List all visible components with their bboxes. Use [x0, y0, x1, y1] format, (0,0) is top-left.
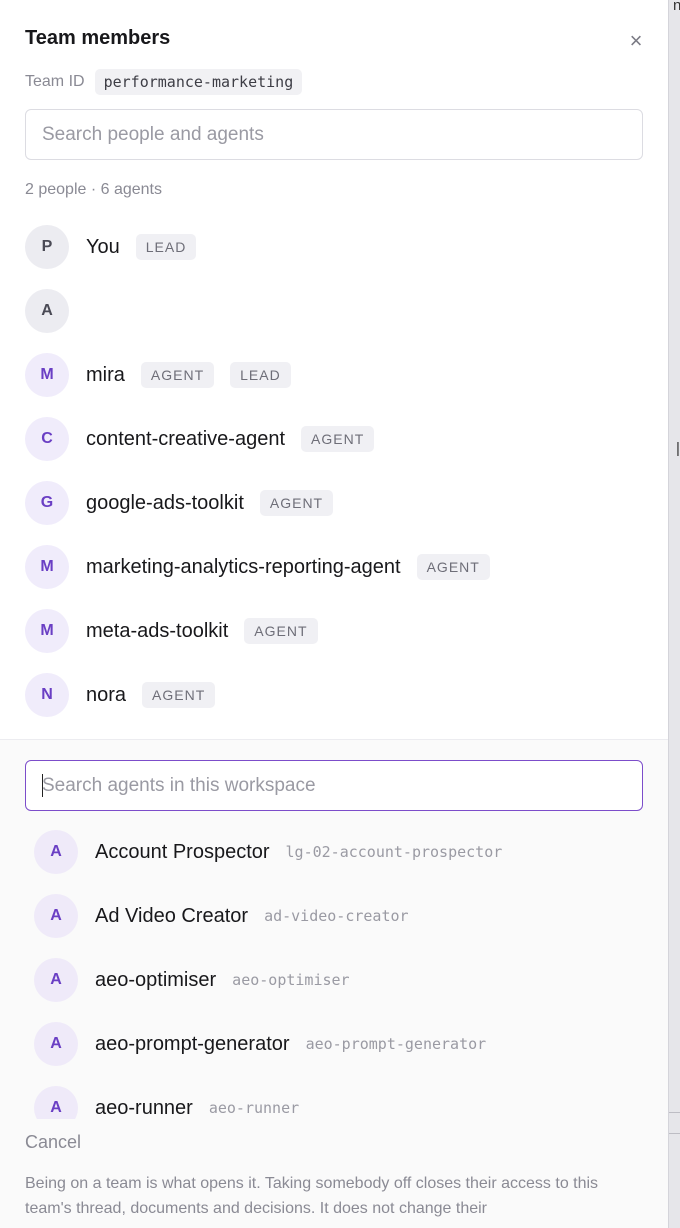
- avatar: A: [25, 289, 69, 333]
- member-row[interactable]: A: [25, 289, 643, 353]
- agent-badge: AGENT: [142, 682, 216, 708]
- member-row[interactable]: Mmira AGENT LEAD: [25, 353, 643, 417]
- add-agent-section: A Account Prospector lg-02-account-prospec…: [0, 739, 668, 1228]
- avatar: G: [25, 481, 69, 525]
- team-members-panel: Team members × Team ID performance-marke…: [0, 0, 668, 1228]
- avatar: A: [34, 830, 78, 874]
- agent-name: Ad Video Creator: [95, 905, 249, 927]
- team-id-value: performance-marketing: [94, 69, 303, 95]
- avatar: N: [25, 673, 69, 717]
- avatar: A: [34, 1022, 78, 1066]
- text-cursor: [42, 774, 43, 797]
- backdrop-glyph: n: [673, 0, 680, 14]
- member-row[interactable]: Ggoogle-ads-toolkit AGENT: [25, 481, 643, 545]
- agent-name: aeo-optimiser: [95, 969, 217, 991]
- avatar: M: [25, 609, 69, 653]
- close-icon[interactable]: ×: [624, 29, 648, 53]
- avatar: C: [25, 417, 69, 461]
- workspace-agent-item[interactable]: A Account Prospector lg-02-account-prospec…: [34, 830, 634, 894]
- member-name: marketing-analytics-reporting-agent: [86, 556, 401, 578]
- member-name: content-creative-agent: [86, 428, 286, 450]
- workspace-agent-list[interactable]: A Account Prospector lg-02-account-prospec…: [34, 830, 634, 1119]
- agent-name: Account Prospector: [95, 841, 270, 863]
- member-row[interactable]: Mmeta-ads-toolkit AGENT: [25, 609, 643, 673]
- backdrop-divider: [669, 1133, 680, 1134]
- agent-slug: aeo-prompt-generator: [305, 1035, 487, 1053]
- backdrop-page: [668, 0, 680, 1228]
- member-row[interactable]: Mmarketing-analytics-reporting-agent AGEN…: [25, 545, 643, 609]
- avatar: P: [25, 225, 69, 269]
- agent-badge: AGENT: [416, 554, 490, 580]
- member-name: meta-ads-toolkit: [86, 620, 229, 642]
- lead-badge: LEAD: [135, 234, 197, 260]
- cancel-button[interactable]: Cancel: [25, 1132, 81, 1153]
- member-name: nora: [86, 684, 127, 706]
- agent-slug: aeo-runner: [208, 1099, 300, 1117]
- member-row[interactable]: Nnora AGENT: [25, 673, 643, 737]
- backdrop-divider: [669, 1112, 680, 1113]
- agent-badge: AGENT: [259, 490, 334, 516]
- team-id-label: Team ID: [25, 73, 85, 90]
- agent-slug: aeo-optimiser: [232, 971, 350, 989]
- agent-badge: AGENT: [301, 426, 375, 452]
- agent-badge: AGENT: [244, 618, 318, 644]
- workspace-agent-item[interactable]: A Ad Video Creator ad-video-creator: [34, 894, 634, 958]
- avatar: M: [25, 353, 69, 397]
- member-list: P You LEAD A Mmira AGENT LEAD Ccontent-creative…: [25, 225, 643, 737]
- team-id-row: Team ID performance-marketing: [25, 68, 303, 96]
- member-row[interactable]: P You LEAD: [25, 225, 643, 289]
- workspace-agent-item[interactable]: Aaeo-runner aeo-runner: [34, 1086, 634, 1119]
- avatar: A: [34, 894, 78, 938]
- member-counts: 2 people · 6 agents: [25, 181, 162, 198]
- workspace-agent-item[interactable]: Aaeo-prompt-generator aeo-prompt-generato…: [34, 1022, 634, 1086]
- agent-name: aeo-runner: [95, 1097, 193, 1119]
- member-name: You: [86, 236, 120, 258]
- agent-slug: ad-video-creator: [264, 907, 409, 925]
- agent-name: aeo-prompt-generator: [95, 1033, 290, 1055]
- member-name: mira: [86, 364, 125, 386]
- panel-title: Team members: [25, 27, 171, 49]
- search-people-input[interactable]: [25, 109, 643, 160]
- lead-badge: LEAD: [230, 362, 291, 388]
- avatar: M: [25, 545, 69, 589]
- workspace-agent-item[interactable]: Aaeo-optimiser aeo-optimiser: [34, 958, 634, 1022]
- avatar: A: [34, 958, 78, 1002]
- agent-slug: lg-02-account-prospector: [285, 843, 503, 861]
- avatar: A: [34, 1086, 78, 1119]
- backdrop-glyph: |: [676, 440, 680, 457]
- member-row[interactable]: Ccontent-creative-agent AGENT: [25, 417, 643, 481]
- agent-badge: AGENT: [140, 362, 215, 388]
- member-name: google-ads-toolkit: [86, 492, 244, 514]
- footer-note: Being on a team is what opens it. Taking…: [25, 1175, 599, 1217]
- search-agents-input[interactable]: [25, 760, 643, 811]
